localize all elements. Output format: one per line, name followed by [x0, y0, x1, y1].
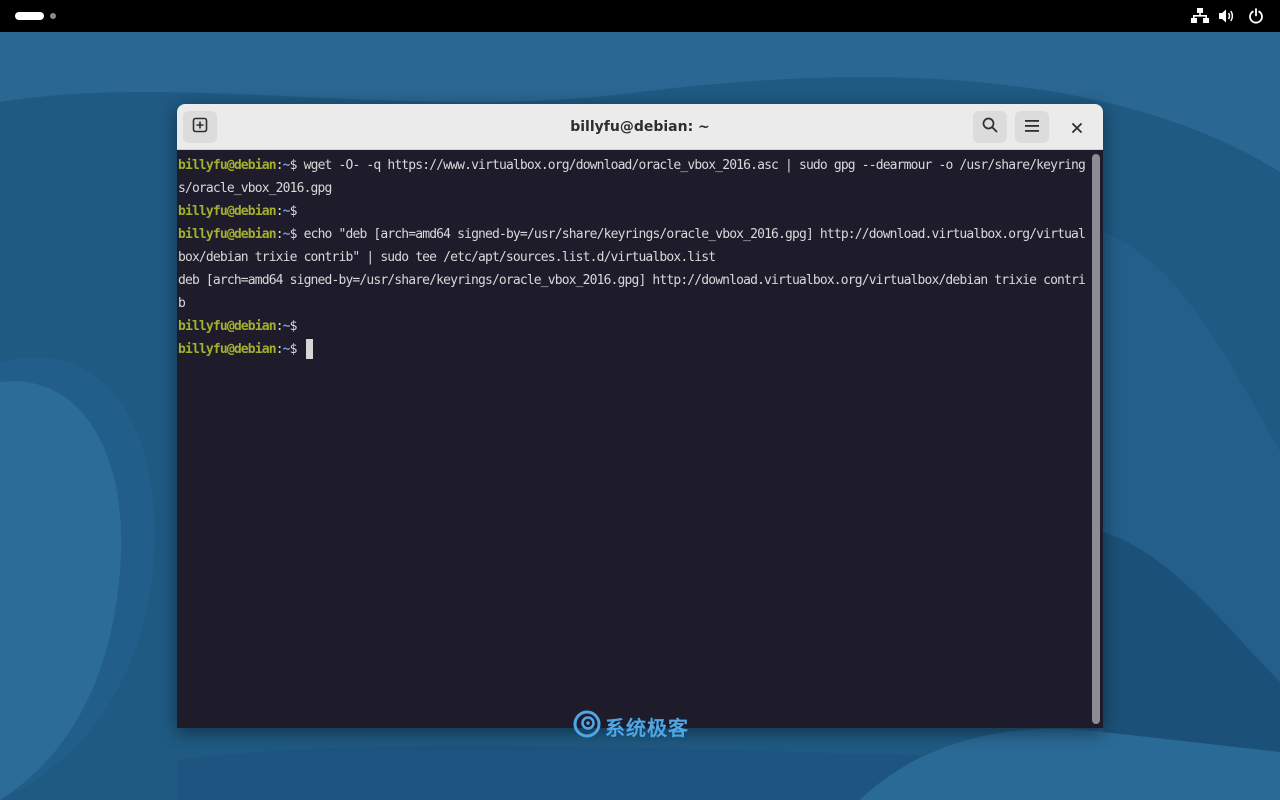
- output-line: s/oracle_vbox_2016.gpg: [178, 177, 1088, 200]
- prompt-symbol: $: [289, 342, 304, 357]
- command-text: echo "deb [arch=amd64 signed-by=/usr/sha…: [303, 227, 1086, 242]
- output-text: s/oracle_vbox_2016.gpg: [178, 181, 332, 196]
- workspace-indicator-active[interactable]: [15, 12, 44, 20]
- output-text: b: [178, 296, 186, 311]
- main-menu-button[interactable]: [1015, 111, 1049, 143]
- prompt-symbol: $: [289, 204, 304, 219]
- window-title: billyfu@debian: ~: [570, 119, 710, 135]
- terminal-area[interactable]: billyfu@debian:~$ wget -O- -q https://ww…: [177, 150, 1089, 728]
- prompt-user-host: billyfu@debian: [178, 158, 277, 173]
- prompt-path: ~: [282, 342, 291, 357]
- new-tab-button[interactable]: [183, 111, 217, 143]
- top-bar: [0, 0, 1280, 32]
- prompt-path: ~: [282, 319, 291, 334]
- output-text: deb [arch=amd64 signed-by=/usr/share/key…: [178, 273, 1086, 288]
- scrollbar-thumb[interactable]: [1092, 154, 1100, 724]
- terminal-output: billyfu@debian:~$ wget -O- -q https://ww…: [178, 154, 1088, 361]
- prompt-line: billyfu@debian:~$: [178, 200, 1088, 223]
- prompt-line: billyfu@debian:~$ echo "deb [arch=amd64 …: [178, 223, 1088, 246]
- search-button[interactable]: [973, 111, 1007, 143]
- prompt-colon: :: [275, 158, 284, 173]
- prompt-symbol: $: [289, 319, 304, 334]
- prompt-colon: :: [275, 227, 284, 242]
- text-cursor: [305, 338, 313, 359]
- output-line: deb [arch=amd64 signed-by=/usr/share/key…: [178, 269, 1088, 292]
- watermark: 系统极客: [573, 710, 689, 742]
- close-icon: [1072, 118, 1082, 137]
- search-icon: [982, 117, 998, 137]
- output-line: b: [178, 292, 1088, 315]
- terminal-window: billyfu@debian: ~ billyfu@debian:~$ wget…: [177, 104, 1103, 728]
- prompt-user-host: billyfu@debian: [178, 227, 277, 242]
- prompt-symbol: $: [289, 158, 304, 173]
- network-icon[interactable]: [1190, 6, 1210, 26]
- volume-icon[interactable]: [1217, 6, 1237, 26]
- watermark-text: 系统极客: [605, 715, 689, 740]
- workspace-indicator[interactable]: [50, 13, 56, 19]
- prompt-line: billyfu@debian:~$: [178, 338, 1088, 361]
- header-bar: billyfu@debian: ~: [177, 104, 1103, 150]
- power-icon[interactable]: [1246, 6, 1266, 26]
- output-line: box/debian trixie contrib" | sudo tee /e…: [178, 246, 1088, 269]
- prompt-colon: :: [275, 319, 284, 334]
- prompt-user-host: billyfu@debian: [178, 342, 277, 357]
- output-text: box/debian trixie contrib" | sudo tee /e…: [178, 250, 716, 265]
- prompt-path: ~: [282, 204, 291, 219]
- prompt-path: ~: [282, 227, 291, 242]
- prompt-line: billyfu@debian:~$ wget -O- -q https://ww…: [178, 154, 1088, 177]
- prompt-user-host: billyfu@debian: [178, 319, 277, 334]
- logo-icon: [573, 710, 601, 742]
- new-tab-icon: [192, 117, 208, 137]
- prompt-user-host: billyfu@debian: [178, 204, 277, 219]
- close-button[interactable]: [1065, 115, 1089, 139]
- prompt-colon: :: [275, 204, 284, 219]
- prompt-colon: :: [275, 342, 284, 357]
- prompt-symbol: $: [289, 227, 304, 242]
- command-text: wget -O- -q https://www.virtualbox.org/d…: [303, 158, 1086, 173]
- prompt-path: ~: [282, 158, 291, 173]
- prompt-line: billyfu@debian:~$: [178, 315, 1088, 338]
- hamburger-menu-icon: [1024, 118, 1040, 137]
